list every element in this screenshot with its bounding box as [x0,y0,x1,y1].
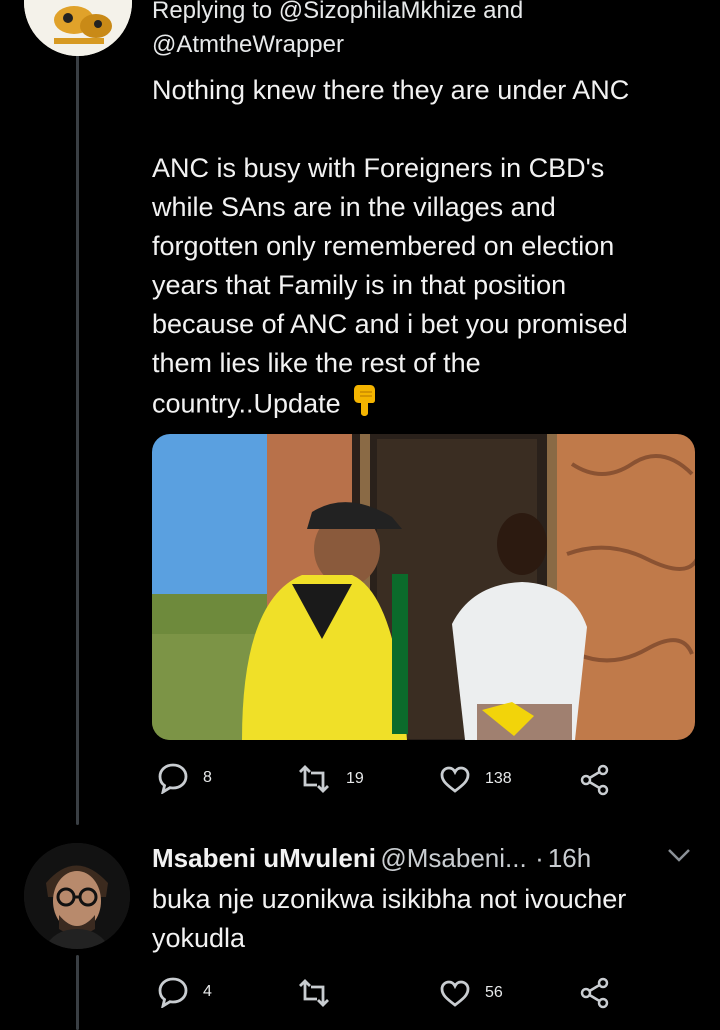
reply2-reply-action[interactable]: 4 [157,976,212,1008]
reply-icon [158,977,188,1008]
share-icon [580,764,609,796]
timestamp[interactable]: 16h [548,843,591,873]
more-options-button[interactable] [666,846,692,869]
heart-icon [440,766,470,793]
reply-text: buka nje uzonikwa isikibha not ivoucher … [152,880,697,958]
reply2-like-count: 56 [485,984,503,1001]
reply-action[interactable]: 8 [157,762,212,794]
avatar[interactable] [24,0,132,56]
reply2-share-action[interactable] [579,977,611,1009]
retweet-action[interactable]: 19 [296,764,364,794]
thread-line [76,55,79,825]
replying-to-line-2[interactable]: @AtmtheWrapper [152,28,692,62]
tweet-text: Nothing knew there they are under ANC AN… [152,71,697,428]
replying-to-line-1[interactable]: Replying to @SizophilaMkhize and [152,0,692,28]
avatar-image [24,0,132,56]
reply-icon [158,763,188,794]
reply-avatar[interactable] [24,843,130,949]
reply-text-content: buka nje uzonikwa isikibha not ivoucher … [152,884,627,953]
display-name[interactable]: Msabeni uMvuleni [152,843,376,873]
heart-icon [440,980,470,1007]
photo-image [152,434,695,740]
reply2-reply-count: 4 [203,983,212,1000]
retweet-icon [299,979,329,1007]
thread-line-2 [76,955,79,1030]
tweet-text-content: Nothing knew there they are under ANC AN… [152,75,630,419]
like-count: 138 [485,770,512,787]
retweet-count: 19 [346,770,364,787]
reply-avatar-image [24,843,130,949]
dot-separator: · [535,843,544,873]
like-action[interactable]: 138 [439,764,512,794]
share-icon [580,977,609,1009]
reply2-retweet-action[interactable] [296,978,346,1008]
replying-to[interactable]: Replying to @SizophilaMkhize and @Atmthe… [152,0,692,62]
share-action[interactable] [579,764,611,796]
pointing-down-hand-emoji-icon [349,383,379,428]
chevron-down-icon [668,849,690,862]
reply-count: 8 [203,769,212,786]
reply2-like-action[interactable]: 56 [439,978,503,1008]
retweet-icon [299,765,329,793]
tweet-photo[interactable] [152,434,695,740]
reply-header: Msabeni uMvuleni @Msabeni... · 16h [152,838,712,883]
user-handle[interactable]: @Msabeni... [380,843,526,873]
